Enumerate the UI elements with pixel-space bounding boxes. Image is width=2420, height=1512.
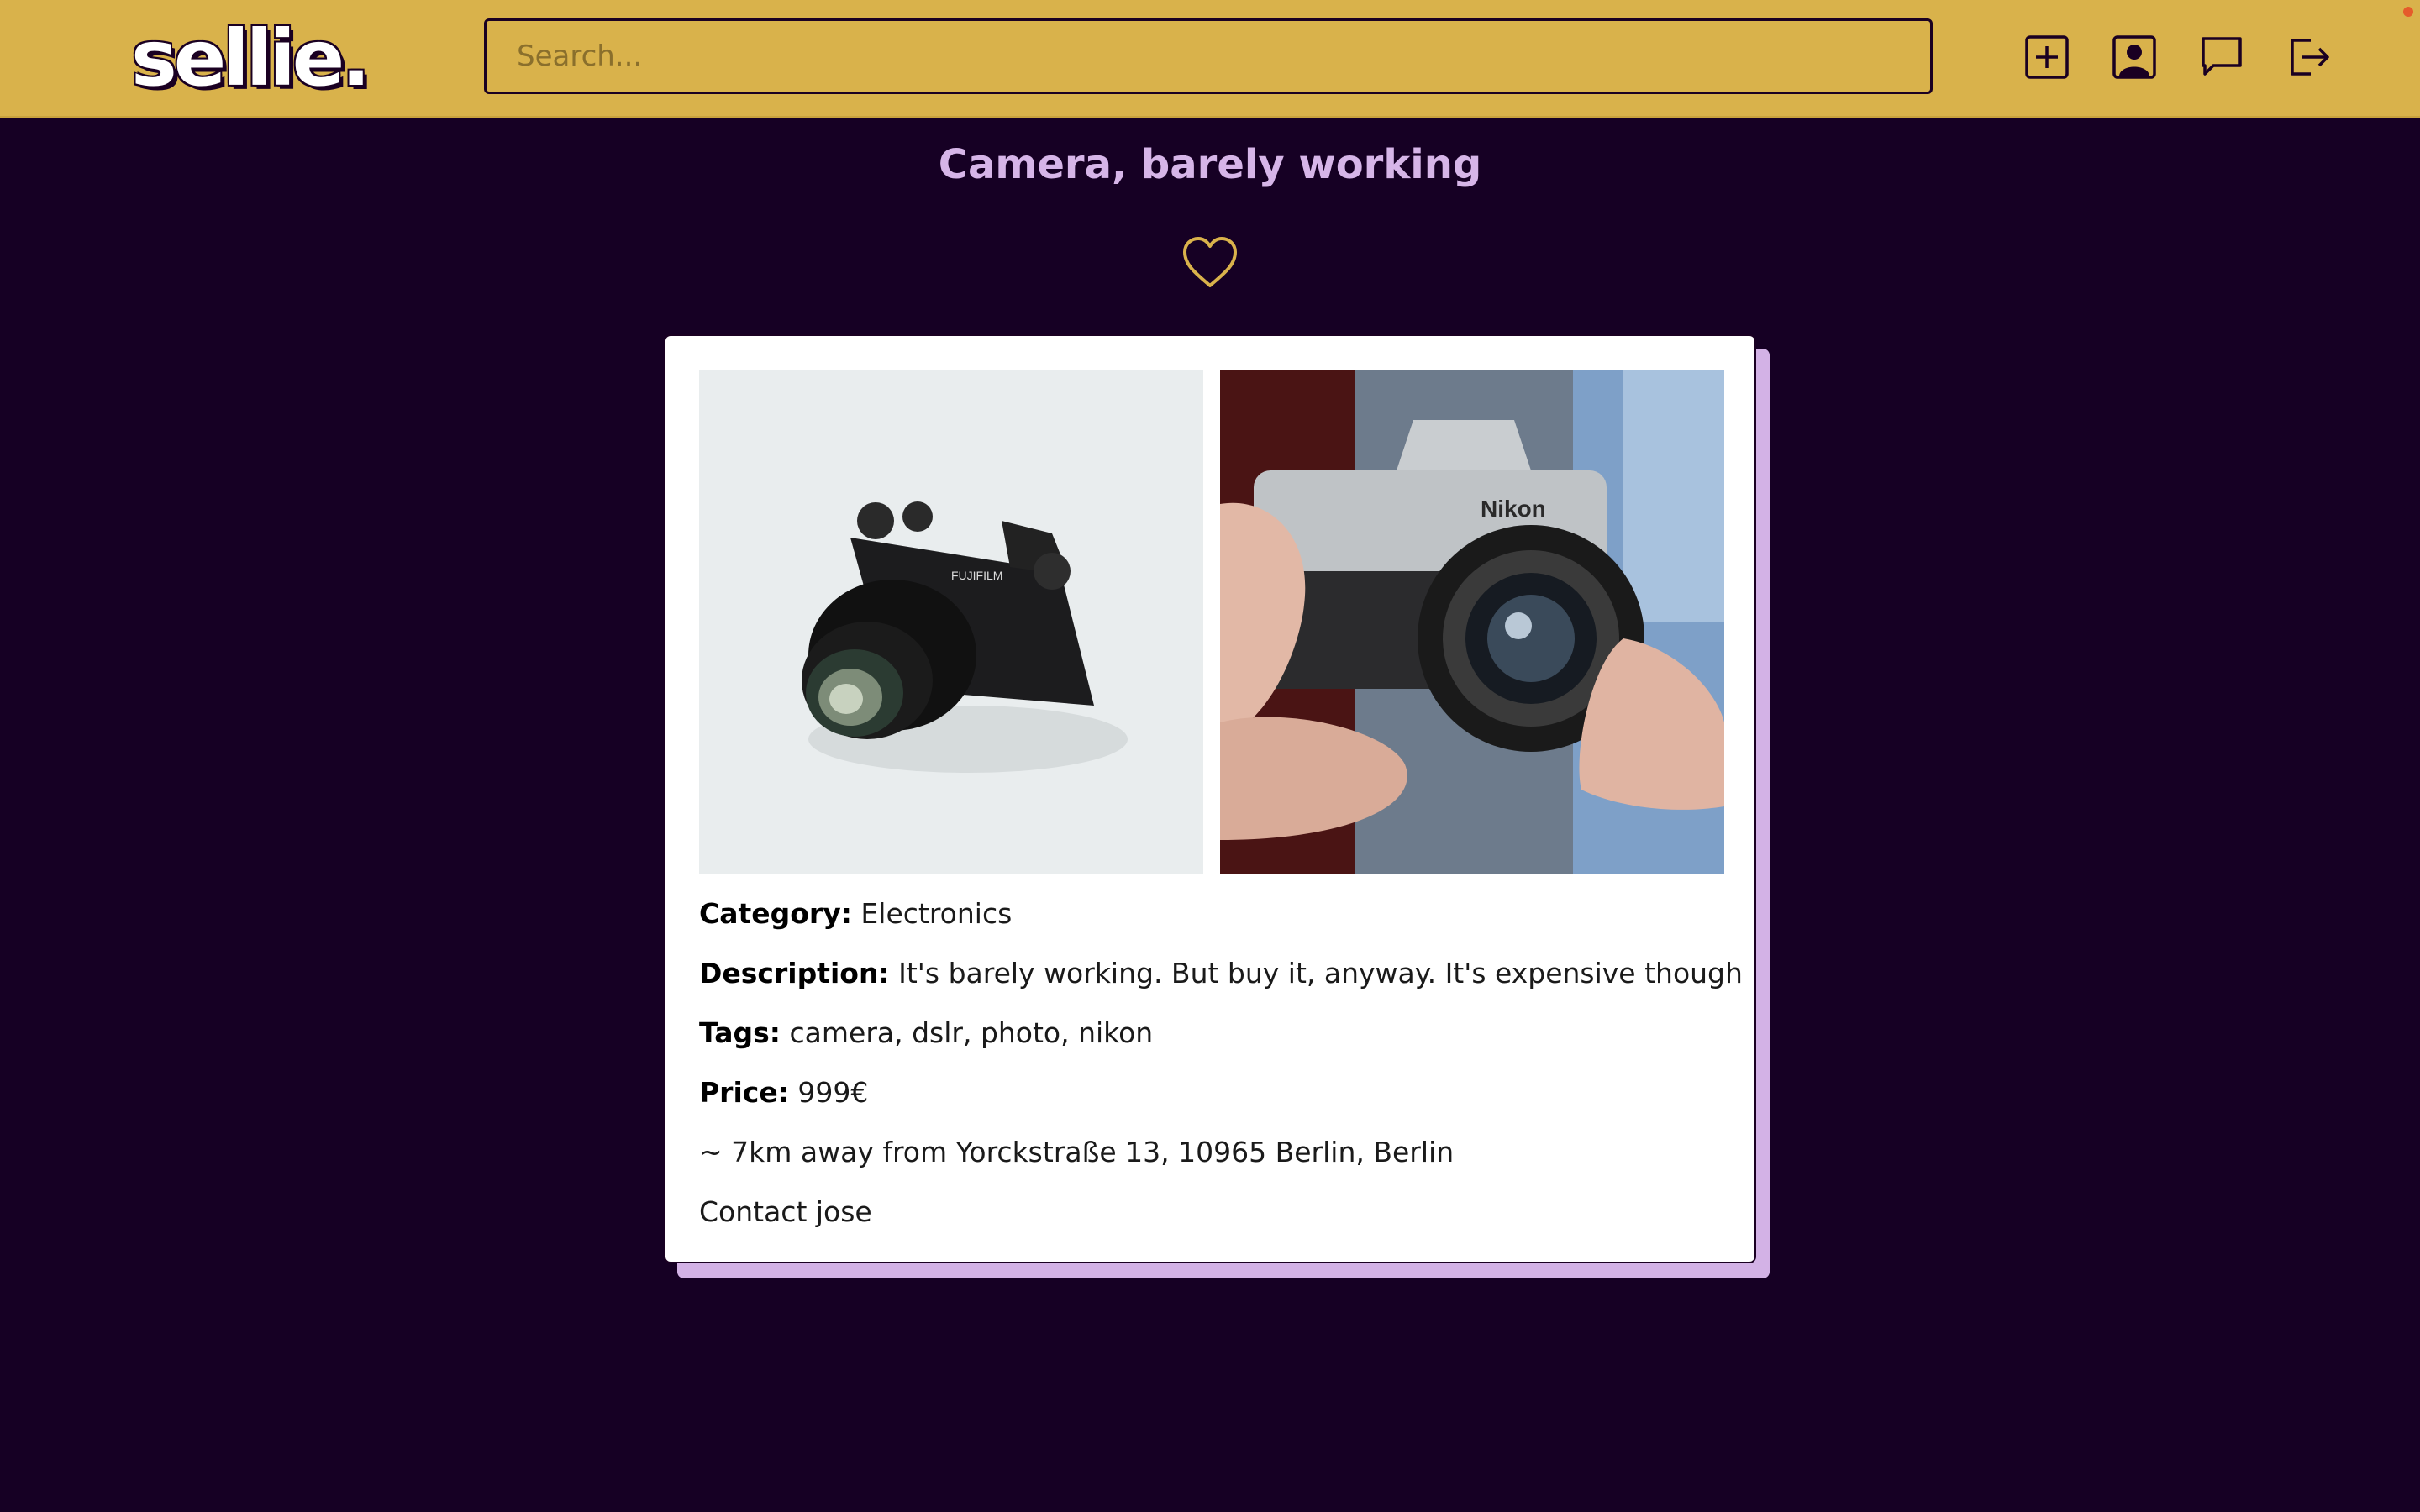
listing-card: FUJIFILM Nikon Category: Electronics Des… (664, 334, 1756, 1263)
description-row: Description: It's barely working. But bu… (699, 957, 1743, 990)
add-listing-icon[interactable] (2023, 34, 2070, 81)
listing-title: Camera, barely working (938, 141, 1482, 188)
svg-text:Nikon: Nikon (1481, 496, 1546, 522)
contact-seller-link[interactable]: Contact jose (699, 1195, 872, 1228)
price-value: 999€ (797, 1076, 869, 1109)
svg-text:FUJIFILM: FUJIFILM (951, 569, 1002, 582)
location-text: ~ 7km away from Yorckstraße 13, 10965 Be… (699, 1136, 1455, 1168)
black-mirrorless-camera-photo[interactable]: FUJIFILM (699, 370, 1203, 874)
description-label: Description: (699, 957, 890, 990)
top-navbar: sellie. (0, 0, 2420, 118)
description-value: It's barely working. But buy it, anyway.… (898, 957, 1743, 990)
favorite-heart-icon[interactable] (1180, 234, 1240, 294)
messages-icon[interactable] (2198, 34, 2245, 81)
search-input[interactable] (484, 18, 1933, 94)
price-label: Price: (699, 1076, 789, 1109)
sellie-logo[interactable]: sellie. (131, 8, 371, 109)
price-row: Price: 999€ (699, 1076, 868, 1109)
category-label: Category: (699, 897, 852, 930)
category-row: Category: Electronics (699, 897, 1012, 930)
tags-row: Tags: camera, dslr, photo, nikon (699, 1016, 1153, 1049)
tags-label: Tags: (699, 1016, 781, 1049)
profile-icon[interactable] (2111, 34, 2158, 81)
tags-value: camera, dslr, photo, nikon (789, 1016, 1154, 1049)
hands-holding-nikon-camera-photo[interactable]: Nikon (1220, 370, 1724, 874)
logout-icon[interactable] (2286, 34, 2333, 81)
category-value: Electronics (860, 897, 1013, 930)
notification-dot (2403, 7, 2413, 17)
